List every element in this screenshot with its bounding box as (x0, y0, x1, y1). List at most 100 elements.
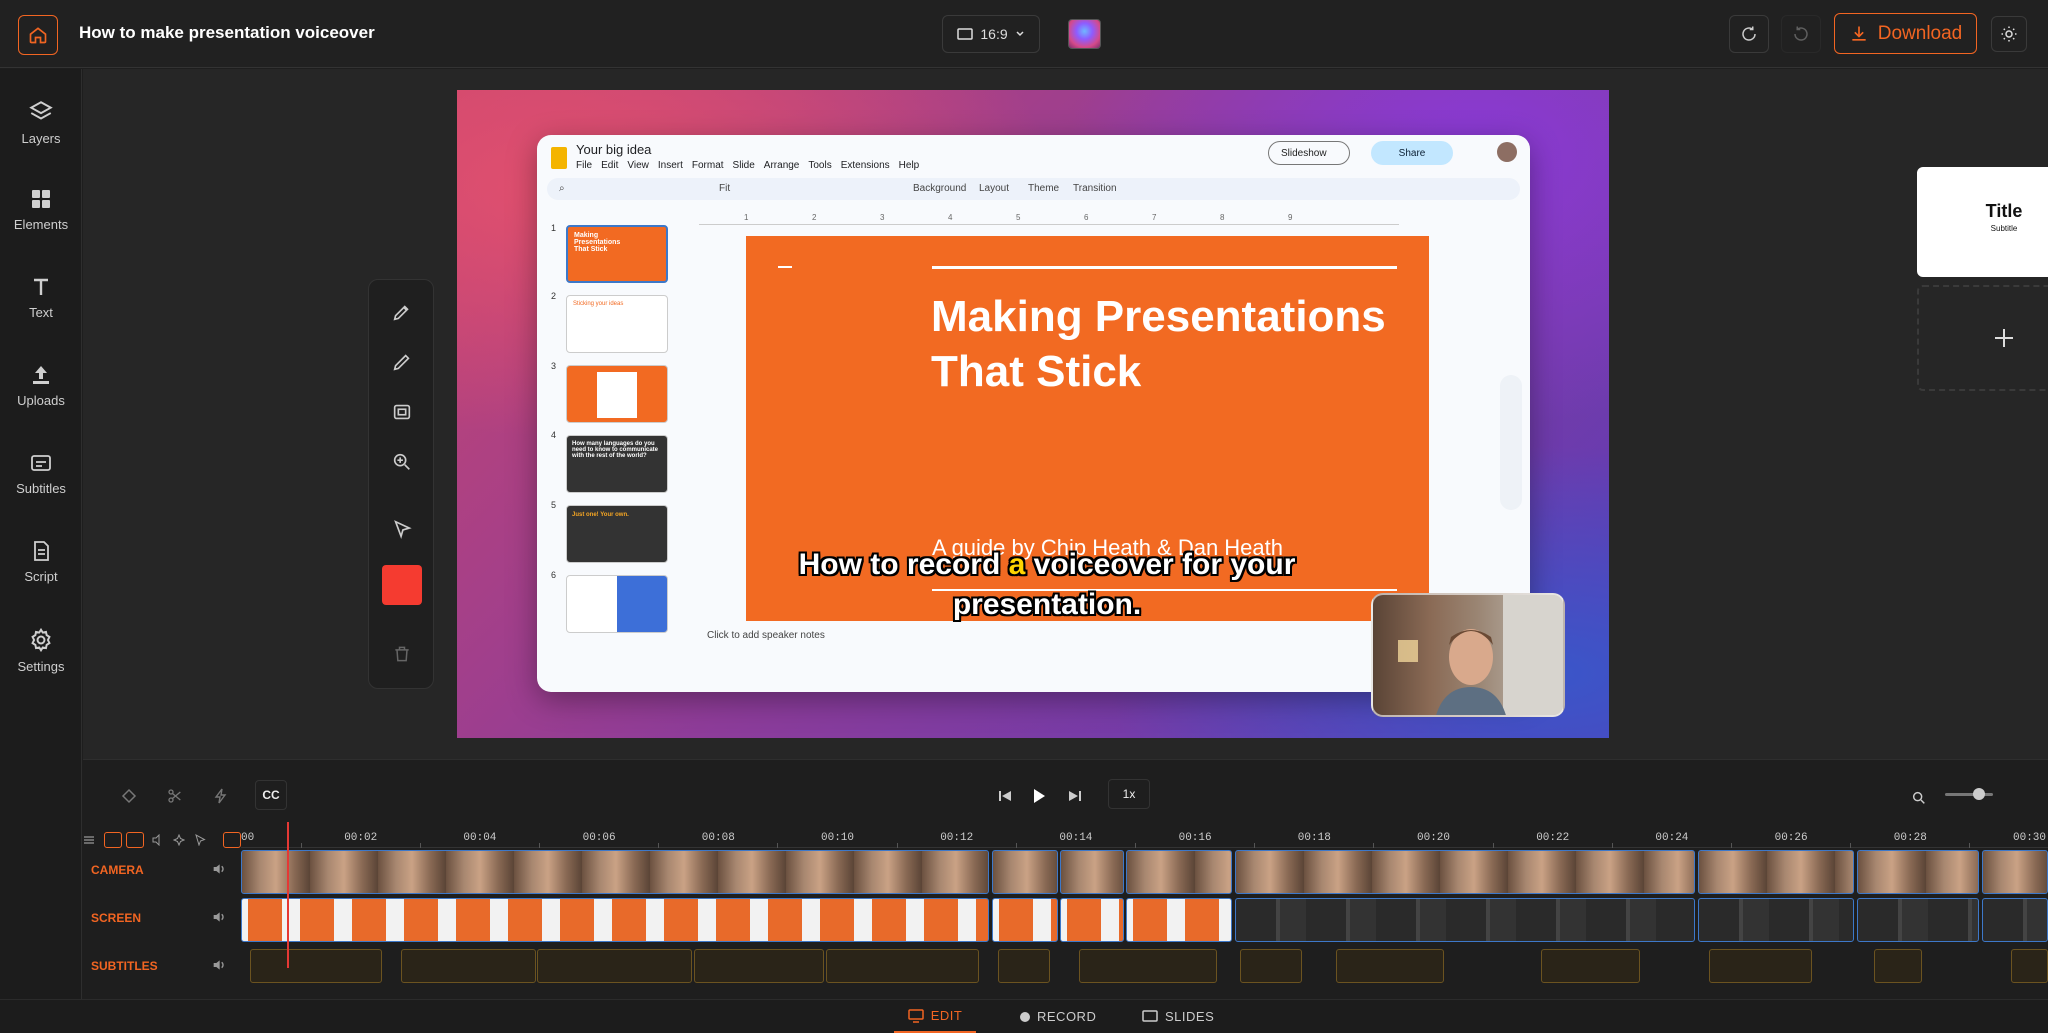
sidebar-item-settings[interactable]: Settings (0, 627, 82, 697)
subtitles-volume-button[interactable] (211, 957, 227, 973)
undo-button[interactable] (1729, 15, 1769, 53)
screen-clip[interactable] (1698, 898, 1854, 942)
cursor-toggle-icon[interactable] (194, 834, 206, 846)
subtitle-clip[interactable] (826, 949, 979, 983)
zoom-slider[interactable] (1945, 793, 1993, 796)
ruler-tick-label: 00:02 (344, 832, 378, 844)
tab-slides[interactable]: SLIDES (1142, 1000, 1214, 1033)
sidebar-item-script[interactable]: Script (0, 539, 82, 609)
gear-icon (28, 627, 54, 653)
screen-clip[interactable] (241, 898, 989, 942)
subtitle-clip[interactable] (537, 949, 692, 983)
thumbnail (566, 575, 668, 633)
screen-volume-button[interactable] (211, 909, 227, 925)
camera-clip[interactable] (1060, 850, 1124, 894)
video-canvas[interactable]: Your big idea File Edit View Insert Form… (457, 90, 1609, 738)
menu-item: Edit (601, 160, 619, 171)
audio-toggle-icon[interactable] (152, 834, 164, 846)
subtitle-text: How to record (798, 548, 1009, 581)
timeline-ruler[interactable]: 00 00:02 00:04 00:06 00:08 00:10 00:12 00:14 00:… (241, 830, 2048, 848)
ruler-tick-label: 00:08 (701, 832, 735, 844)
camera-overlay[interactable] (1371, 593, 1565, 717)
subtitle-clip[interactable] (250, 949, 382, 983)
zoom-tool-button[interactable] (386, 446, 418, 478)
camera-clip[interactable] (1982, 850, 2048, 894)
theme-button: Theme (1028, 183, 1060, 194)
sidebar-item-label: Settings (17, 659, 65, 674)
subtitle-clip[interactable] (1874, 949, 1922, 983)
screen-clip[interactable] (992, 898, 1058, 942)
tab-edit[interactable]: EDIT (894, 1000, 976, 1033)
download-button[interactable]: Download (1834, 13, 1977, 54)
share-label: Share (1398, 147, 1426, 159)
pencil-tool-button[interactable] (386, 346, 418, 378)
subtitle-clip[interactable] (1336, 949, 1444, 983)
magic-cut-button[interactable] (205, 780, 237, 812)
collapse-icon[interactable] (83, 834, 95, 846)
screen-clip[interactable] (1060, 898, 1124, 942)
home-button[interactable] (18, 15, 58, 55)
camera-clip[interactable] (1126, 850, 1232, 894)
project-title[interactable]: How to make presentation voiceover (79, 23, 375, 43)
slide-card-title: Title (1985, 201, 2023, 221)
effects-toggle-icon[interactable] (173, 834, 185, 846)
skip-back-button[interactable] (989, 780, 1021, 812)
screen-clip[interactable] (1857, 898, 1979, 942)
screen-toggle-icon[interactable] (126, 832, 144, 848)
subtitle-clip[interactable] (694, 949, 824, 983)
slides-icon (1142, 1009, 1158, 1024)
subtitle-overlay[interactable]: How to record a voiceover for your prese… (747, 545, 1347, 625)
aspect-ratio-dropdown[interactable]: 16:9 (942, 15, 1040, 53)
theme-toggle-button[interactable] (1991, 16, 2027, 52)
ruler-tick (1969, 843, 1971, 848)
subtitles-toggle-icon[interactable] (223, 832, 241, 848)
sidebar-item-uploads[interactable]: Uploads (0, 363, 82, 433)
highlight-tool-button[interactable] (386, 396, 418, 428)
subtitle-clip[interactable] (1079, 949, 1217, 983)
subtitle-clip[interactable] (2011, 949, 2048, 983)
slide-card-1[interactable]: Title Subtitle (1917, 167, 2048, 277)
subtitle-clip[interactable] (1240, 949, 1302, 983)
camera-clip[interactable] (1235, 850, 1695, 894)
ruler-tick-label: 00:12 (940, 832, 974, 844)
track-label-camera: CAMERA (91, 863, 144, 877)
skip-forward-button[interactable] (1059, 780, 1091, 812)
subtitle-clip[interactable] (1709, 949, 1812, 983)
camera-clip[interactable] (1857, 850, 1979, 894)
subtitle-clip[interactable] (998, 949, 1050, 983)
play-button[interactable] (1023, 780, 1055, 812)
playback-speed-button[interactable]: 1x (1108, 779, 1150, 809)
camera-volume-button[interactable] (211, 861, 227, 877)
delete-drawing-button[interactable] (386, 638, 418, 670)
split-button[interactable] (159, 780, 191, 812)
sidebar-item-layers[interactable]: Layers (0, 99, 82, 169)
camera-clip[interactable] (1698, 850, 1854, 894)
tab-record[interactable]: RECORD (1020, 1000, 1096, 1033)
thumb-number: 4 (551, 430, 557, 440)
camera-clip[interactable] (241, 850, 989, 894)
slide-heading: Making Presentations That Stick (931, 292, 1386, 396)
camera-clip[interactable] (992, 850, 1058, 894)
sidebar-item-subtitles[interactable]: Subtitles (0, 451, 82, 521)
pen-tool-button[interactable] (386, 296, 418, 328)
pointer-tool-button[interactable] (386, 513, 418, 545)
playhead[interactable] (287, 822, 289, 968)
camera-toggle-icon[interactable] (104, 832, 122, 848)
add-slide-button[interactable] (1917, 285, 2048, 391)
sidebar-item-text[interactable]: Text (0, 275, 82, 345)
editor-stage: Your big idea File Edit View Insert Form… (83, 69, 2048, 759)
sidebar-item-elements[interactable]: Elements (0, 187, 82, 257)
redo-button[interactable] (1781, 15, 1821, 53)
screen-clip[interactable] (1982, 898, 2048, 942)
screen-clip[interactable] (1235, 898, 1695, 942)
zoom-slider-handle[interactable] (1972, 788, 1985, 800)
keyframe-button[interactable] (113, 780, 145, 812)
background-theme-button[interactable] (1068, 19, 1101, 49)
menu-item: View (627, 160, 649, 171)
zoom-button[interactable] (1903, 782, 1935, 814)
subtitle-clip[interactable] (401, 949, 536, 983)
color-picker-swatch[interactable] (382, 565, 422, 605)
captions-button[interactable]: CC (255, 780, 287, 810)
screen-clip[interactable] (1126, 898, 1232, 942)
subtitle-clip[interactable] (1541, 949, 1640, 983)
